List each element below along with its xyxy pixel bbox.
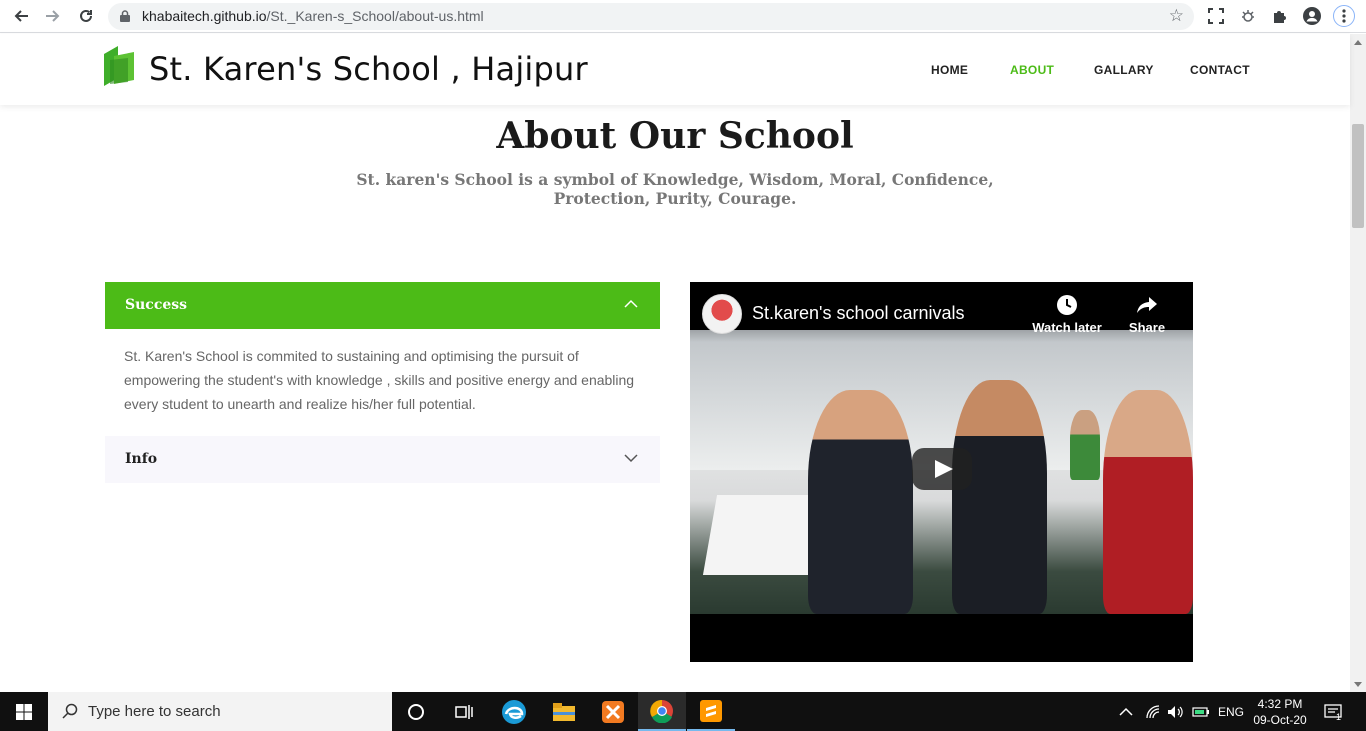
battery-icon[interactable] [1192, 692, 1210, 731]
accordion-info-label: Info [125, 451, 158, 467]
sublime-text-icon[interactable] [687, 692, 735, 731]
taskbar-search-placeholder: Type here to search [88, 703, 221, 720]
volume-icon[interactable] [1167, 692, 1183, 731]
nav-gallary[interactable]: GALLARY [1094, 63, 1154, 77]
accordion-success-body: St. Karen's School is commited to sustai… [124, 348, 635, 412]
screenshot-extension-icon[interactable] [1205, 5, 1227, 27]
nav-contact[interactable]: CONTACT [1190, 63, 1250, 77]
chrome-menu-icon[interactable] [1333, 5, 1355, 27]
windows-taskbar: Type here to search ENG 4:32 PM 09-Oct-2… [0, 692, 1366, 731]
taskbar-search-box[interactable]: Type here to search [48, 692, 392, 731]
share-arrow-icon [1137, 297, 1157, 313]
watch-later-label: Watch later [1032, 320, 1102, 335]
windows-start-icon[interactable] [0, 692, 48, 731]
input-language[interactable]: ENG [1218, 692, 1244, 731]
chevron-up-icon [624, 299, 638, 308]
bug-extension-icon[interactable] [1237, 5, 1259, 27]
task-view-icon[interactable] [440, 692, 488, 731]
clock-icon [1057, 295, 1077, 315]
clock-date: 09-Oct-20 [1253, 713, 1307, 727]
nav-about[interactable]: ABOUT [1010, 63, 1054, 77]
bookmark-star-icon[interactable]: ☆ [1169, 6, 1184, 26]
notification-center-icon[interactable]: 1 [1324, 692, 1344, 731]
xampp-icon[interactable] [589, 692, 637, 731]
profile-avatar-icon[interactable] [1301, 5, 1323, 27]
url-text: khabaitech.github.io/St._Karen-s_School/… [142, 8, 484, 24]
search-icon [62, 703, 78, 719]
page-title: About Our School [496, 115, 854, 157]
notification-count: 1 [1336, 712, 1342, 722]
watch-later-button[interactable]: Watch later [1027, 294, 1107, 335]
file-explorer-icon[interactable] [540, 692, 588, 731]
reload-icon[interactable] [75, 5, 97, 27]
address-bar[interactable]: khabaitech.github.io/St._Karen-s_School/… [108, 3, 1194, 30]
share-label: Share [1128, 320, 1166, 335]
school-logo-icon[interactable] [104, 46, 136, 86]
forward-icon[interactable] [42, 5, 64, 27]
system-clock[interactable]: 4:32 PM 09-Oct-20 [1252, 696, 1308, 728]
scroll-down-icon[interactable] [1354, 682, 1362, 687]
accordion-success-label: Success [125, 297, 188, 313]
site-header: St. Karen's School , Hajipur HOME ABOUT … [0, 34, 1350, 105]
scrollbar-thumb[interactable] [1352, 124, 1364, 228]
nav-home[interactable]: HOME [931, 63, 968, 77]
scroll-up-icon[interactable] [1354, 40, 1362, 45]
extensions-puzzle-icon[interactable] [1269, 5, 1291, 27]
cortana-icon[interactable] [392, 692, 440, 731]
clock-time: 4:32 PM [1257, 697, 1303, 711]
lock-icon [120, 10, 130, 22]
site-brand-title[interactable]: St. Karen's School , Hajipur [149, 50, 588, 88]
network-icon[interactable] [1146, 692, 1162, 731]
edge-browser-icon[interactable] [490, 692, 538, 731]
accordion-info-header[interactable]: Info [105, 436, 660, 483]
embedded-video-player[interactable]: St.karen's school carnivals Watch later … [690, 282, 1193, 662]
channel-avatar[interactable] [702, 294, 742, 334]
share-button[interactable]: Share [1107, 294, 1187, 335]
chrome-taskbar-icon[interactable] [638, 692, 686, 731]
accordion-success-header[interactable]: Success [105, 282, 660, 329]
chevron-down-icon [624, 454, 638, 463]
tray-overflow-chevron-icon[interactable] [1119, 692, 1133, 731]
video-title[interactable]: St.karen's school carnivals [752, 303, 965, 324]
page-scrollbar[interactable] [1350, 34, 1366, 692]
play-button-icon[interactable] [912, 448, 972, 490]
page-subtitle: St. karen's School is a symbol of Knowle… [356, 170, 994, 208]
browser-toolbar: khabaitech.github.io/St._Karen-s_School/… [0, 0, 1366, 33]
back-icon[interactable] [10, 5, 32, 27]
